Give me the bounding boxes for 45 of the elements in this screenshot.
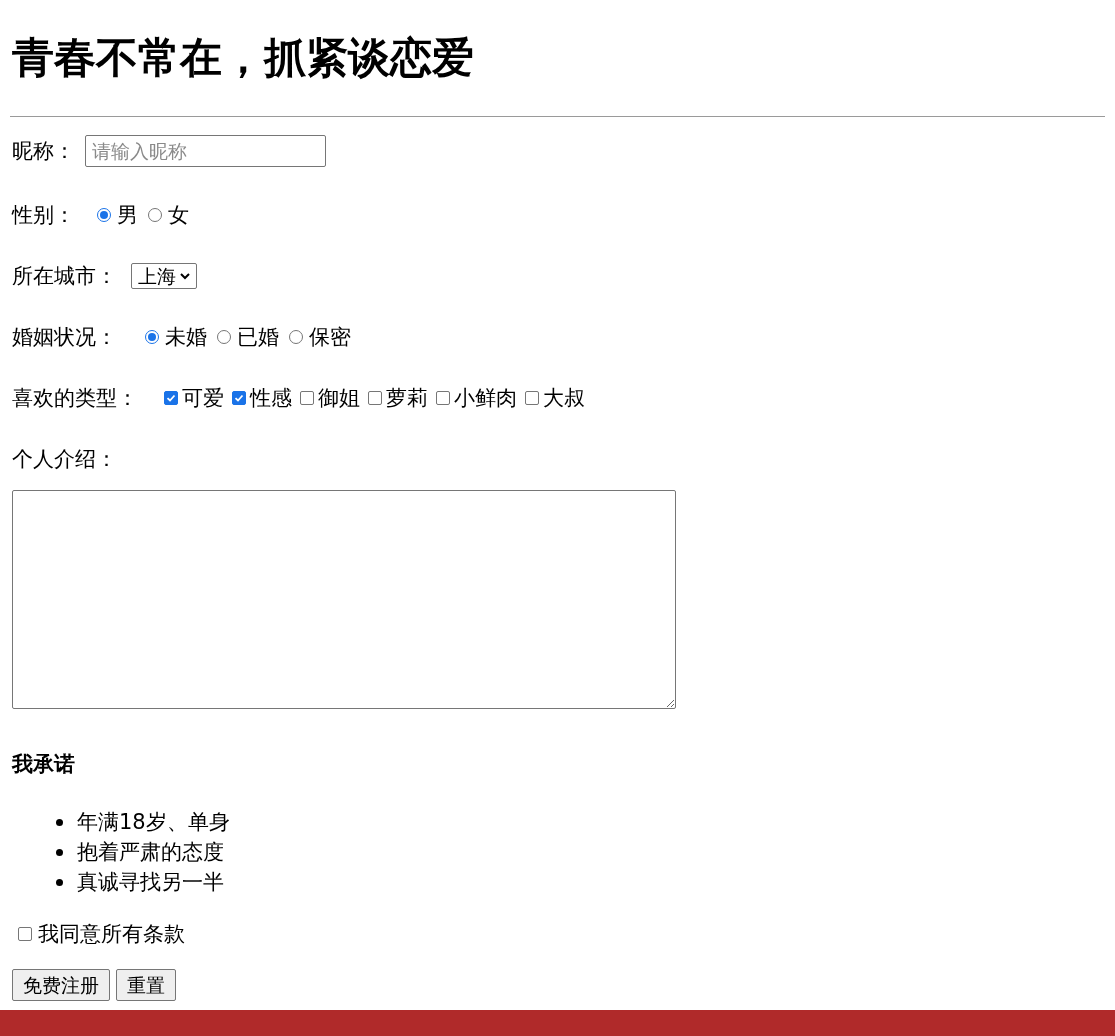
- option-label: 女: [168, 202, 189, 228]
- option-label: 性感: [250, 385, 292, 411]
- checkbox[interactable]: [18, 927, 32, 941]
- option-label: 男: [117, 202, 138, 228]
- checkbox[interactable]: [164, 391, 178, 405]
- option-label: 已婚: [237, 324, 279, 350]
- chevron-down-icon: [180, 272, 190, 280]
- section-heading: 我承诺: [12, 751, 75, 777]
- field-label: 性别：: [12, 202, 75, 228]
- page-title: 青春不常在，抓紧谈恋爱: [12, 32, 474, 84]
- radio-button[interactable]: [97, 208, 111, 222]
- field-label: 喜欢的类型：: [12, 385, 138, 411]
- checkbox[interactable]: [232, 391, 246, 405]
- form-button[interactable]: 重置: [116, 969, 176, 1001]
- agree-label: 我同意所有条款: [38, 921, 185, 947]
- field-label: 个人介绍：: [12, 446, 117, 472]
- checkbox[interactable]: [436, 391, 450, 405]
- option-label: 保密: [309, 324, 351, 350]
- field-label: 昵称：: [12, 138, 75, 164]
- list-item: 年满18岁、单身: [77, 809, 230, 835]
- bullet-icon: [56, 818, 63, 826]
- option-label: 萝莉: [386, 385, 428, 411]
- field-label: 所在城市：: [12, 263, 117, 289]
- checkbox[interactable]: [525, 391, 539, 405]
- field-label: 婚姻状况：: [12, 324, 117, 350]
- checkbox[interactable]: [300, 391, 314, 405]
- radio-button[interactable]: [148, 208, 162, 222]
- checkbox[interactable]: [368, 391, 382, 405]
- radio-button[interactable]: [289, 330, 303, 344]
- list-item: 真诚寻找另一半: [77, 869, 224, 895]
- nickname-field[interactable]: 请输入昵称: [85, 135, 326, 167]
- option-label: 小鲜肉: [454, 385, 517, 411]
- city-select[interactable]: 上海: [131, 263, 197, 289]
- radio-button[interactable]: [217, 330, 231, 344]
- bullet-icon: [56, 848, 63, 856]
- radio-button[interactable]: [145, 330, 159, 344]
- check-icon: [166, 393, 176, 403]
- form-button[interactable]: 免费注册: [12, 969, 110, 1001]
- option-label: 可爱: [182, 385, 224, 411]
- list-item: 抱着严肃的态度: [77, 839, 224, 865]
- check-icon: [234, 393, 244, 403]
- option-label: 未婚: [165, 324, 207, 350]
- option-label: 御姐: [318, 385, 360, 411]
- option-label: 大叔: [543, 385, 585, 411]
- bullet-icon: [56, 878, 63, 886]
